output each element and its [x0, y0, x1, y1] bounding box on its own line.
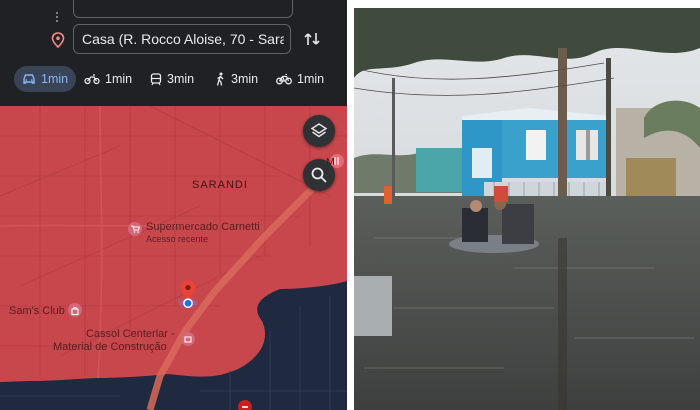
search-icon [311, 167, 327, 183]
mode-transit-time: 3min [167, 72, 195, 86]
travel-mode-bar: 1min 1min 3min 3min 1min [14, 66, 334, 92]
flood-photo [354, 8, 700, 410]
shopping-cart-icon[interactable] [128, 222, 142, 236]
destination-pin-icon [51, 32, 65, 48]
car-icon [23, 74, 35, 84]
route-dots [56, 10, 59, 26]
no-entry-icon [238, 400, 252, 410]
walk-icon [216, 72, 224, 86]
mode-motorcycle-time: 1min [105, 72, 133, 86]
map-app-panel: Casa (R. Rocco Aloise, 70 - Sara… 1min 1… [0, 0, 347, 410]
mode-walk-chip[interactable]: 3min [214, 66, 258, 92]
mode-bike-time: 1min [297, 72, 325, 86]
motorcycle-icon [84, 74, 100, 85]
sams-club-label[interactable]: Sam's Club [9, 305, 65, 317]
supermarket-label[interactable]: Supermercado Carnetti [146, 221, 260, 233]
mode-transit-chip[interactable]: 3min [150, 66, 194, 92]
panel-divider [347, 0, 354, 410]
swap-icon[interactable] [303, 30, 321, 48]
cassol-label-line2[interactable]: Material de Construção [53, 341, 167, 353]
layers-button[interactable] [303, 115, 335, 147]
map-canvas[interactable]: M SARANDI Supermercado Carnetti Acesso r… [0, 106, 347, 410]
origin-field[interactable] [73, 0, 293, 18]
bike-icon [276, 73, 292, 85]
map-label-edge-m: M [326, 156, 335, 168]
mode-motorcycle-chip[interactable]: 1min [84, 66, 132, 92]
destination-field[interactable]: Casa (R. Rocco Aloise, 70 - Sara… [73, 24, 291, 54]
recent-access-label: Acesso recente [146, 234, 209, 244]
sams-club-shopping-icon[interactable] [68, 303, 82, 317]
transit-icon [150, 72, 162, 85]
flood-scene-image [354, 8, 700, 410]
mode-bike-chip[interactable]: 1min [276, 66, 324, 92]
layers-icon [310, 123, 328, 138]
mode-car-time: 1min [41, 72, 69, 86]
cassol-store-icon[interactable] [181, 332, 195, 346]
selected-location-pin-icon[interactable] [176, 276, 200, 316]
destination-text: Casa (R. Rocco Aloise, 70 - Sara… [82, 31, 284, 47]
neighborhood-label: SARANDI [192, 179, 248, 191]
mode-car-chip[interactable]: 1min [14, 66, 77, 92]
flood-map-graphic [0, 106, 347, 410]
cassol-label-line1[interactable]: Cassol Centerlar - [86, 328, 175, 340]
mode-walk-time: 3min [231, 72, 259, 86]
